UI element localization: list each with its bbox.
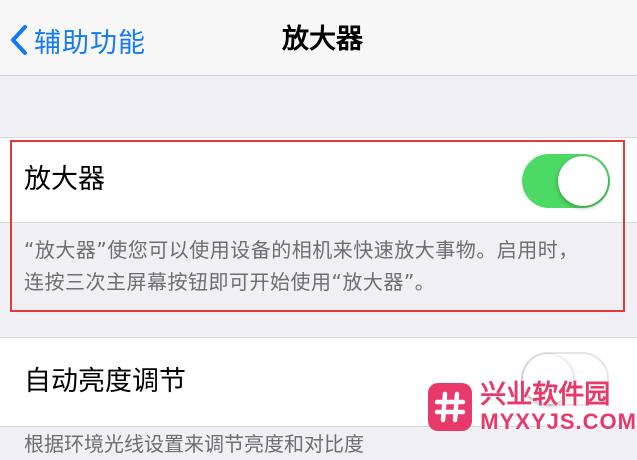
magnifier-description: “放大器”使您可以使用设备的相机来快速放大事物。启用时，连按三次主屏幕按钮即可开…: [24, 238, 579, 294]
auto-brightness-label: 自动亮度调节: [24, 366, 186, 397]
page-title: 放大器: [282, 24, 363, 55]
magnifier-cell: 放大器: [0, 137, 637, 223]
magnifier-label: 放大器: [24, 164, 105, 195]
auto-brightness-description: 根据环境光线设置来调节亮度和对比度: [24, 432, 364, 456]
auto-brightness-toggle[interactable]: [521, 352, 609, 406]
toggle-knob: [558, 156, 608, 206]
navigation-bar: 辅助功能 放大器: [0, 0, 637, 76]
magnifier-toggle[interactable]: [522, 154, 610, 208]
toggle-knob: [523, 354, 573, 404]
auto-brightness-cell: 自动亮度调节: [0, 337, 637, 427]
